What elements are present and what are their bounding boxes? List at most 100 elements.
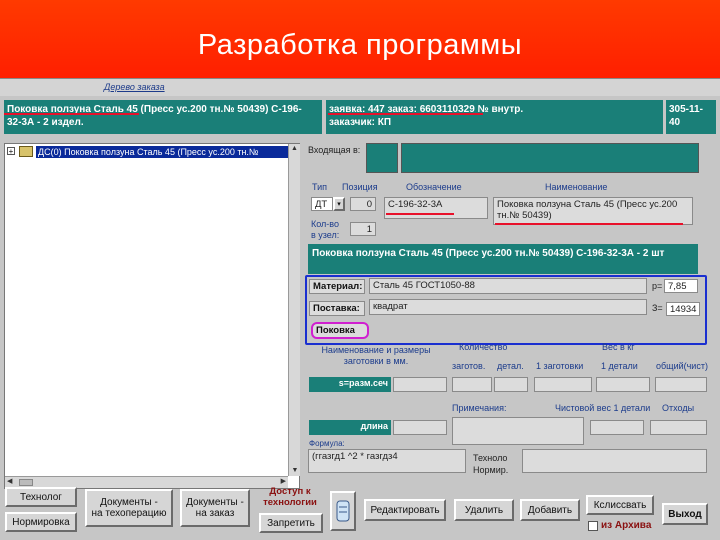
docs-order-line1: Документы -: [186, 497, 244, 508]
total-weight-field[interactable]: [655, 377, 707, 392]
part-weight-field[interactable]: [596, 377, 650, 392]
tree-vscrollbar[interactable]: ▲ ▼: [288, 144, 300, 476]
name-sizes-label: Наименование и размеры заготовки в мм.: [316, 345, 436, 367]
docs-op-line2: на техоперацию: [91, 508, 167, 519]
waste-field[interactable]: [650, 420, 707, 435]
code-field[interactable]: 14934: [666, 302, 700, 316]
qty-header: Количество: [459, 342, 508, 352]
red-underline-product: [4, 113, 139, 115]
incoming-field-a[interactable]: [366, 143, 398, 173]
code-line2: 40: [669, 117, 681, 128]
exit-button[interactable]: Выход: [662, 503, 708, 525]
scroll-thumb[interactable]: [19, 479, 33, 486]
red-underline-designation: [386, 213, 454, 215]
technologist-button[interactable]: Технолог: [5, 487, 77, 507]
notes-field[interactable]: [452, 417, 584, 445]
red-underline-name: [495, 223, 683, 225]
tree-item[interactable]: ДС(0) Поковка ползуна Сталь 45 (Пресс ус…: [36, 146, 288, 158]
forbid-button[interactable]: Запретить: [259, 513, 323, 533]
full-name-banner: Поковка ползуна Сталь 45 (Пресс ус.200 т…: [308, 244, 698, 274]
qty-label-line1: Кол-во: [311, 219, 339, 229]
techno-line2: Нормир.: [473, 465, 509, 475]
forging-button[interactable]: Поковка: [311, 322, 369, 339]
blank-weight-field[interactable]: [534, 377, 592, 392]
col-type-label: Тип: [312, 182, 328, 192]
order-header: заявка: 447 заказ: 6603110329 № внутр. з…: [326, 100, 663, 134]
name-sizes-line2: заготовки в мм.: [343, 356, 409, 366]
product-line2: 32-3А - 2 издел.: [7, 117, 84, 128]
tree-node-icon: [19, 146, 33, 157]
registry-button[interactable]: Кслиссвать: [586, 495, 654, 515]
section-label: s=разм.сеч: [309, 377, 391, 392]
density-field[interactable]: 7,85: [664, 279, 698, 293]
edit-button[interactable]: Редактировать: [364, 499, 446, 521]
col-total-label: общий(чист): [656, 361, 708, 371]
slide-title: Разработка программы: [0, 0, 720, 78]
techno-field[interactable]: [522, 449, 707, 473]
section-field[interactable]: [393, 377, 447, 392]
col-parts-label: детал.: [497, 361, 524, 371]
supply-label: Поставка:: [309, 301, 365, 316]
type-select[interactable]: ДТ: [311, 197, 333, 211]
name-field[interactable]: Поковка ползуна Сталь 45 (Пресс ус.200 т…: [493, 197, 693, 225]
type-dropdown-icon[interactable]: ▾: [333, 197, 345, 211]
access-line2: технологии: [263, 497, 317, 508]
length-field[interactable]: [393, 420, 447, 435]
code-label: З=: [652, 303, 663, 313]
incoming-label: Входящая в:: [308, 145, 361, 155]
formula-field[interactable]: (ггазгд1 ^2 * газгдз4: [308, 449, 466, 473]
density-label: р=: [652, 281, 663, 291]
order-line2: заказчик: КП: [329, 117, 392, 128]
docs-order-button[interactable]: Документы - на заказ: [180, 489, 250, 527]
col-designation-label: Обозначение: [406, 182, 462, 192]
docs-operation-button[interactable]: Документы - на техоперацию: [85, 489, 173, 527]
window-caption: Дерево заказа: [0, 79, 720, 96]
col-name-label: Наименование: [545, 182, 608, 192]
from-archive-label: из Архива: [601, 520, 652, 531]
net-weight-field[interactable]: [590, 420, 644, 435]
col-blanks-label: заготов.: [452, 361, 486, 371]
order-tree[interactable]: + ДС(0) Поковка ползуна Сталь 45 (Пресс …: [4, 143, 300, 489]
qty-label: Кол-во в узел:: [311, 219, 339, 241]
col-1part-label: 1 детали: [601, 361, 638, 371]
database-button[interactable]: [330, 491, 356, 531]
tree-expand-icon[interactable]: +: [7, 147, 15, 156]
material-label: Материал:: [309, 279, 365, 294]
delete-button[interactable]: Удалить: [454, 499, 514, 521]
notes-label: Примечания:: [452, 403, 507, 413]
scroll-up-icon[interactable]: ▲: [289, 144, 300, 154]
net-weight-label: Чистовой вес 1 детали: [555, 403, 651, 413]
length-label: длина: [309, 420, 391, 435]
access-line1: Доступ к: [269, 486, 311, 497]
parts-count-field[interactable]: [494, 377, 528, 392]
scroll-left-icon[interactable]: ◀: [7, 477, 12, 487]
code-line1: 305-11-: [669, 104, 703, 115]
formula-label: Формула:: [309, 439, 345, 448]
material-field[interactable]: Сталь 45 ГОСТ1050-88: [369, 278, 647, 294]
normirovka-button[interactable]: Нормировка: [5, 512, 77, 532]
product-header: Поковка ползуна Сталь 45 (Пресс ус.200 т…: [4, 100, 322, 134]
position-field[interactable]: 0: [350, 197, 376, 211]
techno-line1: Техноло: [473, 453, 508, 463]
weight-header: Вес в кг: [602, 342, 635, 352]
blanks-count-field[interactable]: [452, 377, 492, 392]
docs-order-line2: на заказ: [195, 508, 235, 519]
col-1blank-label: 1 заготовки: [536, 361, 584, 371]
col-position-label: Позиция: [342, 182, 378, 192]
qty-field[interactable]: 1: [350, 222, 376, 236]
database-icon: [336, 500, 350, 522]
waste-label: Отходы: [662, 403, 695, 413]
name-sizes-line1: Наименование и размеры: [321, 345, 431, 355]
add-button[interactable]: Добавить: [520, 499, 580, 521]
designation-field[interactable]: С-196-32-3А: [384, 197, 488, 219]
access-label: Доступ к технологии: [257, 486, 323, 508]
code-header: 305-11- 40: [666, 100, 716, 134]
app-window: Дерево заказа Поковка ползуна Сталь 45 (…: [0, 78, 720, 540]
from-archive-checkbox[interactable]: [588, 521, 598, 531]
red-underline-order: [328, 113, 483, 115]
incoming-field-b[interactable]: [401, 143, 699, 173]
scroll-down-icon[interactable]: ▼: [289, 466, 301, 476]
qty-label-line2: в узел:: [311, 230, 340, 240]
docs-op-line1: Документы -: [100, 497, 158, 508]
supply-field[interactable]: квадрат: [369, 299, 647, 315]
